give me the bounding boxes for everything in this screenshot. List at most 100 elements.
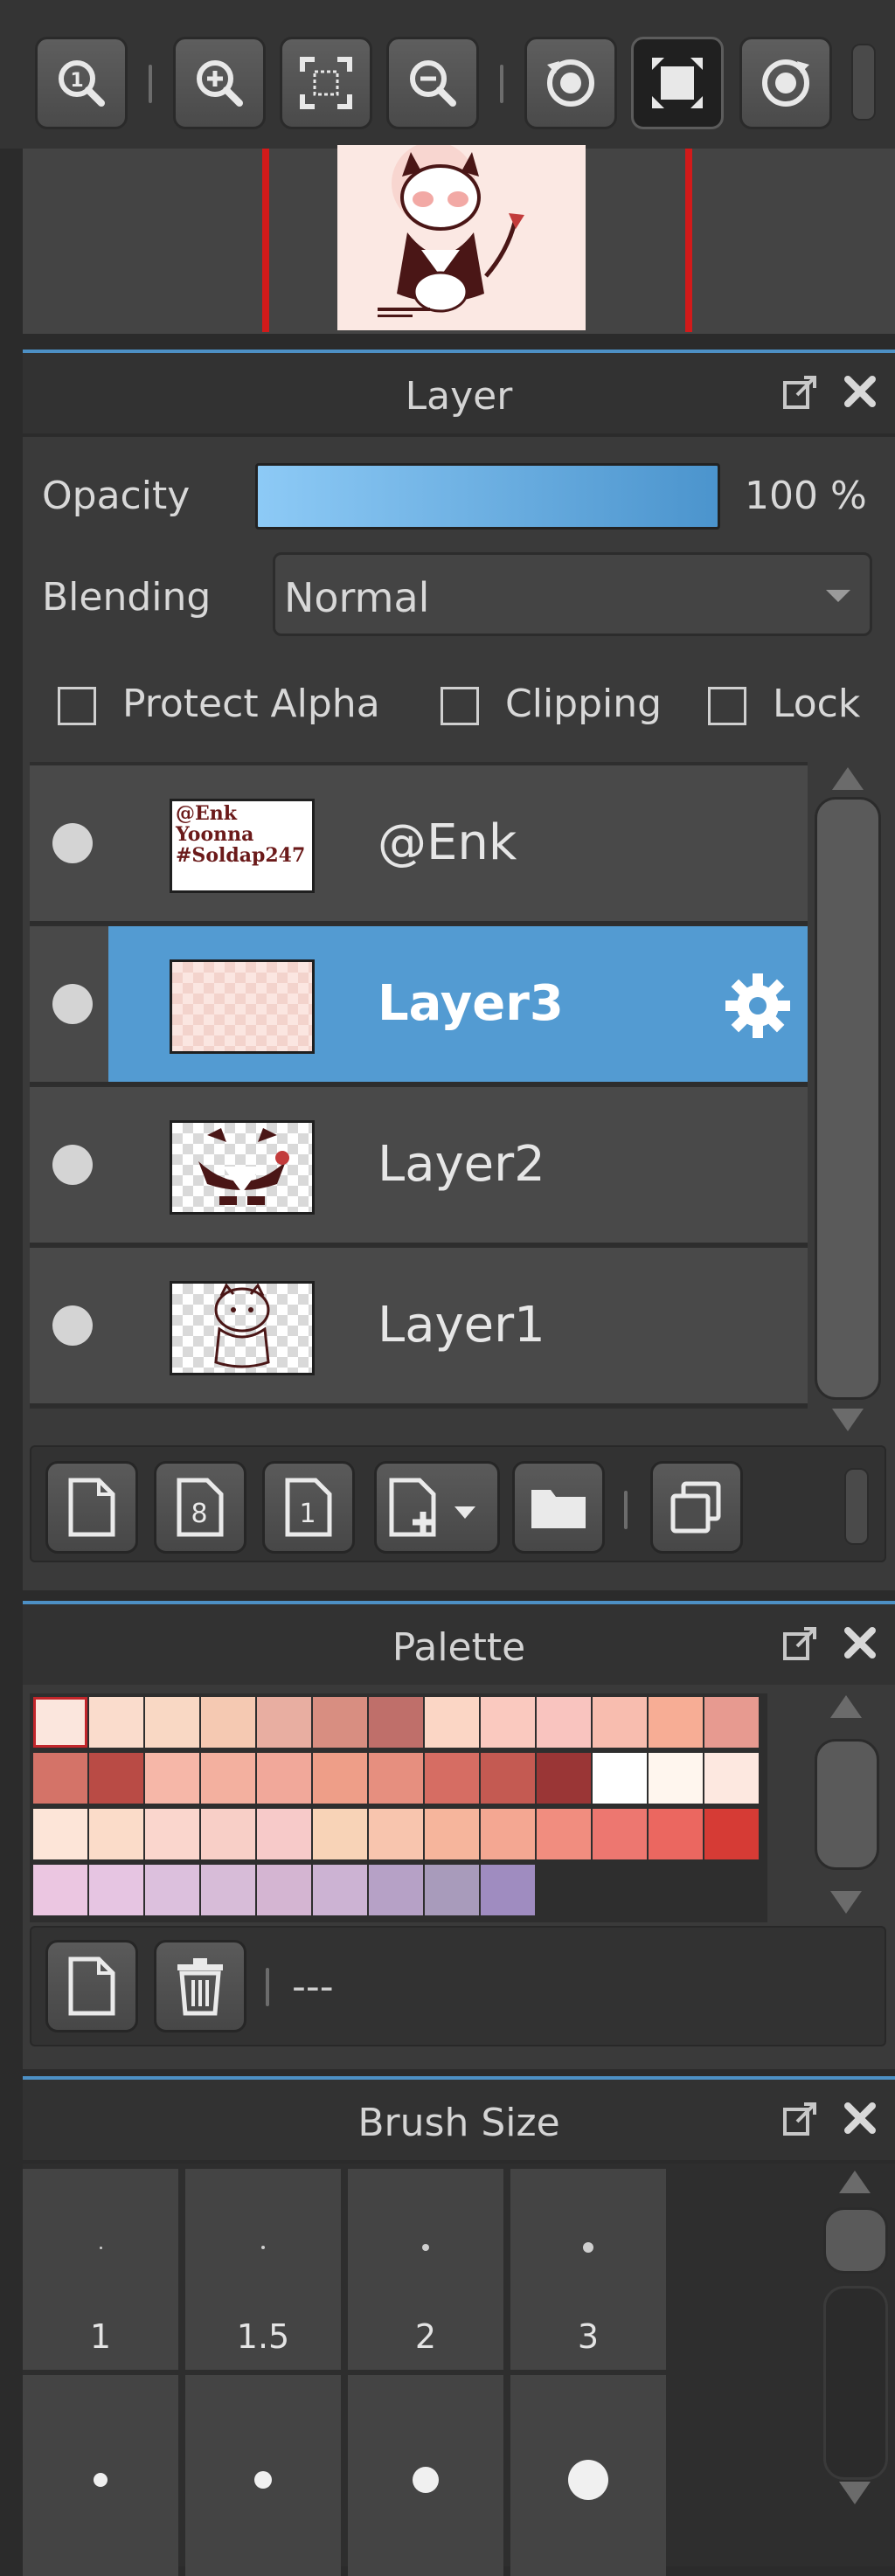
zoom-out-button[interactable] (386, 37, 479, 129)
layer-row-enk[interactable]: @Enk Yoonna #Soldap247 @Enk (30, 765, 808, 924)
color-swatch[interactable] (257, 1697, 311, 1748)
color-swatch[interactable] (201, 1697, 255, 1748)
close-icon[interactable] (841, 1624, 879, 1662)
scroll-thumb[interactable] (815, 1739, 879, 1870)
brush-scrollbar[interactable] (816, 2164, 895, 2513)
color-swatch[interactable] (593, 1809, 647, 1859)
new-folder-button[interactable] (512, 1461, 605, 1554)
color-swatch[interactable] (593, 1753, 647, 1804)
color-swatch[interactable] (649, 1697, 703, 1748)
new-palette-button[interactable] (45, 1940, 138, 2032)
color-swatch[interactable] (89, 1865, 143, 1915)
clipping-checkbox[interactable] (441, 687, 479, 725)
color-swatch[interactable] (369, 1753, 423, 1804)
scroll-down-arrow[interactable] (839, 2482, 871, 2504)
fullscreen-button[interactable] (631, 37, 724, 129)
protect-alpha-checkbox[interactable] (58, 687, 96, 725)
brush-size-cell[interactable] (510, 2375, 666, 2576)
scroll-down-arrow[interactable] (832, 1409, 864, 1431)
color-swatch[interactable] (257, 1809, 311, 1859)
color-swatch[interactable] (425, 1809, 479, 1859)
toolbar-scroll-handle[interactable] (844, 1468, 869, 1545)
color-swatch[interactable] (89, 1753, 143, 1804)
gear-icon[interactable] (720, 968, 795, 1043)
color-swatch[interactable] (481, 1697, 535, 1748)
color-swatch[interactable] (537, 1697, 591, 1748)
color-swatch[interactable] (425, 1753, 479, 1804)
color-swatch[interactable] (89, 1809, 143, 1859)
color-swatch[interactable] (537, 1809, 591, 1859)
opacity-slider[interactable] (255, 463, 720, 530)
brush-size-cell[interactable]: 2 (348, 2169, 503, 2370)
brush-size-cell[interactable]: 1 (23, 2169, 178, 2370)
color-swatch[interactable] (369, 1697, 423, 1748)
zoom-actual-button[interactable]: 1 (35, 37, 128, 129)
color-swatch[interactable] (33, 1809, 87, 1859)
color-swatch[interactable] (201, 1865, 255, 1915)
color-swatch[interactable] (481, 1753, 535, 1804)
brush-size-cell[interactable] (348, 2375, 503, 2576)
delete-palette-button[interactable] (154, 1940, 246, 2032)
brush-size-cell[interactable]: 1.5 (185, 2169, 341, 2370)
color-swatch[interactable] (89, 1697, 143, 1748)
scroll-down-arrow[interactable] (830, 1891, 862, 1914)
color-swatch[interactable] (425, 1865, 479, 1915)
color-swatch[interactable] (145, 1697, 199, 1748)
scroll-up-arrow[interactable] (830, 1695, 862, 1718)
new-layer-button[interactable] (45, 1461, 138, 1554)
color-swatch[interactable] (145, 1865, 199, 1915)
scroll-thumb[interactable] (823, 2207, 888, 2274)
color-swatch[interactable] (369, 1865, 423, 1915)
color-swatch[interactable] (481, 1865, 535, 1915)
new-1bit-layer-button[interactable]: 1 (262, 1461, 355, 1554)
color-swatch[interactable] (313, 1753, 367, 1804)
color-swatch[interactable] (481, 1809, 535, 1859)
fit-screen-button[interactable] (280, 37, 372, 129)
color-swatch[interactable] (33, 1697, 87, 1748)
color-swatch[interactable] (33, 1865, 87, 1915)
duplicate-layer-button[interactable] (650, 1461, 743, 1554)
color-swatch[interactable] (33, 1753, 87, 1804)
layer-row-layer2[interactable]: Layer2 (30, 1087, 808, 1246)
color-swatch[interactable] (201, 1753, 255, 1804)
scroll-up-arrow[interactable] (832, 767, 864, 790)
popout-icon[interactable] (781, 372, 820, 411)
color-swatch[interactable] (201, 1809, 255, 1859)
blending-select[interactable]: Normal (273, 552, 872, 636)
color-swatch[interactable] (145, 1753, 199, 1804)
visibility-toggle[interactable] (52, 823, 93, 863)
rotate-right-button[interactable] (739, 37, 832, 129)
color-swatch[interactable] (704, 1753, 759, 1804)
brush-size-cell[interactable] (23, 2375, 178, 2576)
layer-row-layer1[interactable]: Layer1 (30, 1248, 808, 1407)
add-layer-menu-button[interactable] (374, 1461, 500, 1554)
color-swatch[interactable] (649, 1809, 703, 1859)
color-swatch[interactable] (145, 1809, 199, 1859)
scroll-thumb[interactable] (815, 797, 881, 1400)
toolbar-scroll-handle[interactable] (851, 44, 876, 121)
visibility-toggle[interactable] (52, 984, 93, 1024)
color-swatch[interactable] (649, 1753, 703, 1804)
color-swatch[interactable] (313, 1865, 367, 1915)
color-swatch[interactable] (313, 1697, 367, 1748)
new-8bit-layer-button[interactable]: 8 (154, 1461, 246, 1554)
lock-checkbox[interactable] (708, 687, 746, 725)
color-swatch[interactable] (704, 1697, 759, 1748)
layer-list-scrollbar[interactable] (809, 762, 886, 1444)
brush-size-cell[interactable] (185, 2375, 341, 2576)
color-swatch[interactable] (313, 1809, 367, 1859)
layer-row-layer3[interactable]: Layer3 (30, 926, 808, 1085)
scroll-up-arrow[interactable] (839, 2171, 871, 2193)
visibility-toggle[interactable] (52, 1305, 93, 1346)
color-swatch[interactable] (704, 1809, 759, 1859)
visibility-toggle[interactable] (52, 1145, 93, 1185)
rotate-left-button[interactable] (524, 37, 617, 129)
color-swatch[interactable] (593, 1697, 647, 1748)
color-swatch[interactable] (257, 1865, 311, 1915)
palette-scrollbar[interactable] (808, 1692, 886, 1919)
close-icon[interactable] (841, 372, 879, 411)
color-swatch[interactable] (537, 1753, 591, 1804)
close-icon[interactable] (841, 2099, 879, 2137)
zoom-in-button[interactable] (173, 37, 266, 129)
brush-size-cell[interactable]: 3 (510, 2169, 666, 2370)
